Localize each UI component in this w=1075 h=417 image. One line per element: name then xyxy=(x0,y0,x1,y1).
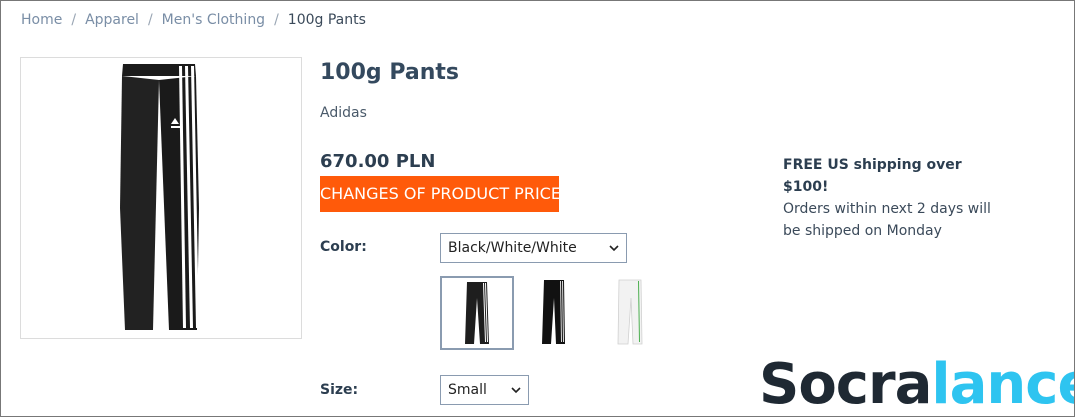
product-main-image[interactable] xyxy=(20,57,302,339)
chevron-down-icon xyxy=(511,387,521,394)
color-label: Color: xyxy=(320,239,367,255)
shipping-note: Orders within next 2 days will be shippe… xyxy=(783,201,991,239)
product-title: 100g Pants xyxy=(320,60,459,85)
swatch-black-white-alt[interactable] xyxy=(517,278,591,352)
pants-image xyxy=(120,64,199,330)
pants-thumbnail xyxy=(617,279,643,345)
size-select[interactable]: Small xyxy=(440,375,529,405)
size-label: Size: xyxy=(320,382,359,398)
breadcrumb-current: 100g Pants xyxy=(287,12,366,28)
breadcrumb-home[interactable]: Home xyxy=(21,12,62,28)
watermark-logo: Socralance xyxy=(759,352,1074,417)
watermark-text-light: lance xyxy=(931,352,1074,417)
breadcrumb-separator: / xyxy=(274,12,279,28)
watermark-text-dark: Socra xyxy=(759,352,932,417)
swatch-white-green[interactable] xyxy=(595,278,669,352)
breadcrumb: Home / Apparel / Men's Clothing / 100g Pants xyxy=(21,11,366,29)
pants-thumbnail xyxy=(465,282,489,344)
swatch-black-white[interactable] xyxy=(440,276,514,350)
product-brand[interactable]: Adidas xyxy=(320,105,367,121)
color-select-value: Black/White/White xyxy=(448,240,577,256)
breadcrumb-apparel[interactable]: Apparel xyxy=(85,12,139,28)
product-price: 670.00 PLN xyxy=(320,151,436,172)
breadcrumb-separator: / xyxy=(71,12,77,28)
size-select-value: Small xyxy=(448,382,487,398)
breadcrumb-separator: / xyxy=(147,12,153,28)
pants-thumbnail xyxy=(542,280,565,344)
shipping-headline: FREE US shipping over $100! xyxy=(783,157,962,195)
breadcrumb-mens-clothing[interactable]: Men's Clothing xyxy=(162,12,265,28)
price-change-button[interactable]: CHANGES OF PRODUCT PRICE xyxy=(320,176,561,212)
color-select[interactable]: Black/White/White xyxy=(440,233,627,263)
product-page: Home / Apparel / Men's Clothing / 100g Pants 1… xyxy=(0,0,1075,417)
chevron-down-icon xyxy=(609,245,619,252)
shipping-info: FREE US shipping over $100! Orders withi… xyxy=(783,154,1003,242)
